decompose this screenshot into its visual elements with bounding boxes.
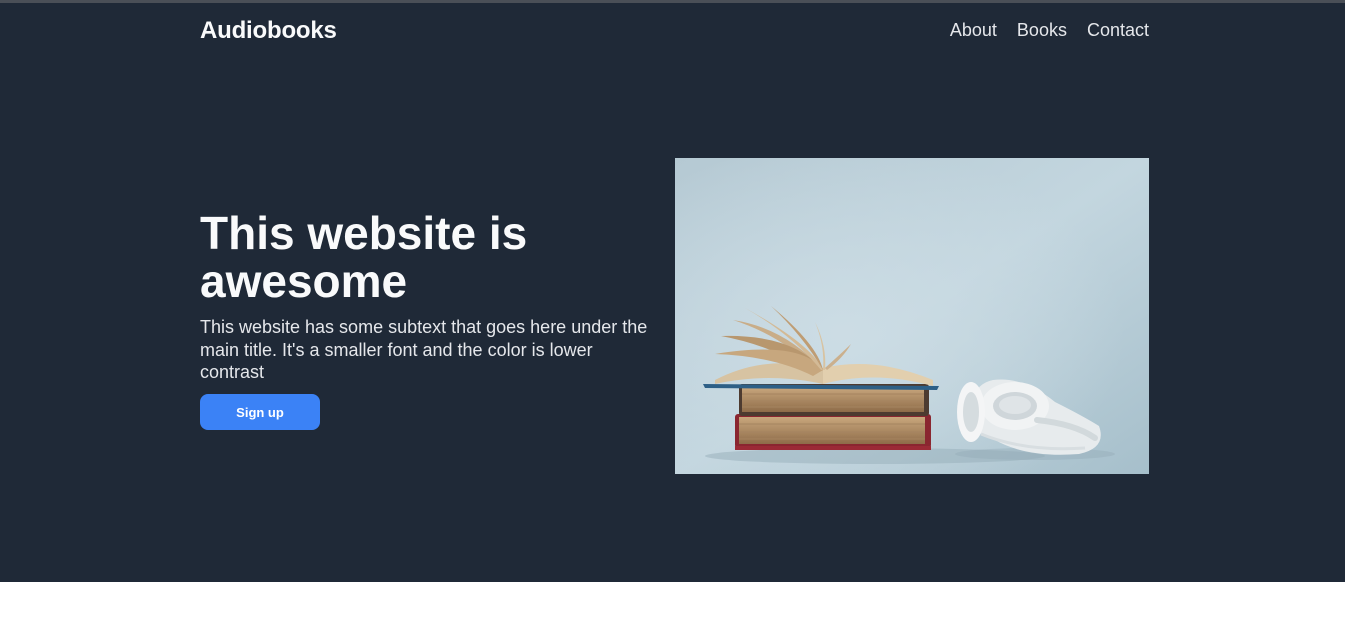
nav-link-books[interactable]: Books <box>1017 20 1067 41</box>
hero-section: Audiobooks About Books Contact This webs… <box>0 3 1345 582</box>
hero-subtitle: This website has some subtext that goes … <box>200 317 648 382</box>
books-headphones-image <box>675 158 1149 474</box>
signup-button[interactable]: Sign up <box>200 394 320 430</box>
brand-logo[interactable]: Audiobooks <box>200 17 337 45</box>
nav-link-about[interactable]: About <box>950 20 997 41</box>
main-nav: About Books Contact <box>950 20 1149 41</box>
nav-link-contact[interactable]: Contact <box>1087 20 1149 41</box>
hero-title: This website is awesome <box>200 207 528 307</box>
